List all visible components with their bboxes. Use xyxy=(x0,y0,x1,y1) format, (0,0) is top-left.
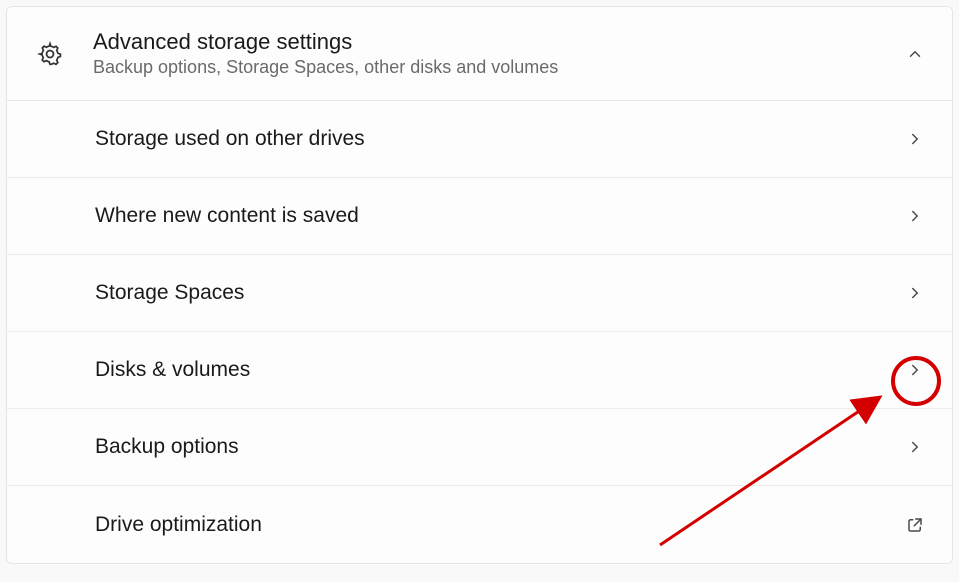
chevron-right-icon xyxy=(906,361,924,379)
item-drive-optimization[interactable]: Drive optimization xyxy=(7,486,952,563)
item-where-new-content[interactable]: Where new content is saved xyxy=(7,178,952,255)
chevron-right-icon xyxy=(906,207,924,225)
item-label: Drive optimization xyxy=(95,513,906,537)
header-text-block: Advanced storage settings Backup options… xyxy=(93,29,906,78)
item-storage-other-drives[interactable]: Storage used on other drives xyxy=(7,101,952,178)
external-link-icon xyxy=(906,516,924,534)
item-label: Backup options xyxy=(95,435,906,459)
advanced-storage-panel: Advanced storage settings Backup options… xyxy=(6,6,953,564)
chevron-up-icon xyxy=(906,45,924,63)
item-storage-spaces[interactable]: Storage Spaces xyxy=(7,255,952,332)
item-label: Where new content is saved xyxy=(95,204,906,228)
item-backup-options[interactable]: Backup options xyxy=(7,409,952,486)
item-disks-volumes[interactable]: Disks & volumes xyxy=(7,332,952,409)
header-title: Advanced storage settings xyxy=(93,29,906,55)
gear-icon xyxy=(37,41,63,67)
header-subtitle: Backup options, Storage Spaces, other di… xyxy=(93,57,906,78)
item-label: Storage used on other drives xyxy=(95,127,906,151)
chevron-right-icon xyxy=(906,438,924,456)
item-label: Disks & volumes xyxy=(95,358,906,382)
advanced-storage-header[interactable]: Advanced storage settings Backup options… xyxy=(7,7,952,101)
item-label: Storage Spaces xyxy=(95,281,906,305)
chevron-right-icon xyxy=(906,130,924,148)
chevron-right-icon xyxy=(906,284,924,302)
